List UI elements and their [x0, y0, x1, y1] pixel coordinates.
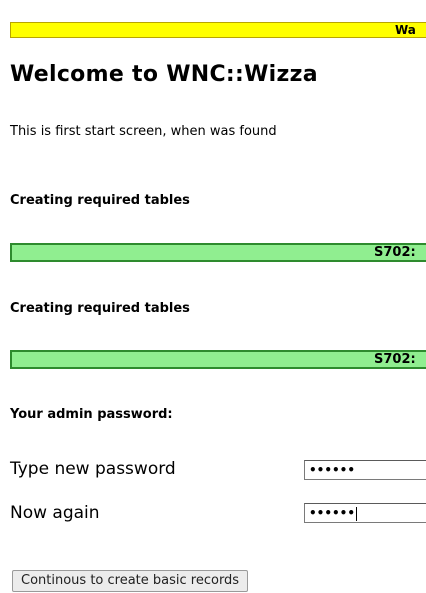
text-caret: [356, 506, 358, 521]
step-status-text-2: S702:: [374, 352, 416, 367]
warning-bar-text: Wa: [395, 23, 416, 37]
step-label-1: Creating required tables: [10, 193, 190, 208]
step-label-2: Creating required tables: [10, 301, 190, 316]
step-status-bar-2: S702:: [10, 350, 426, 369]
page-title: Welcome to WNC::Wizza: [10, 62, 318, 87]
page: Wa Welcome to WNC::Wizza This is first s…: [0, 0, 426, 593]
new-password-value: ••••••: [309, 463, 356, 477]
step-status-bar-1: S702:: [10, 243, 426, 262]
step-status-text-1: S702:: [374, 245, 416, 260]
admin-password-heading: Your admin password:: [10, 407, 173, 422]
confirm-password-input[interactable]: ••••••: [304, 503, 426, 523]
new-password-label: Type new password: [10, 459, 176, 479]
warning-bar: Wa: [10, 22, 426, 38]
new-password-input[interactable]: ••••••: [304, 460, 426, 480]
intro-text: This is first start screen, when was fou…: [10, 124, 277, 139]
confirm-password-value: ••••••: [309, 506, 356, 520]
confirm-password-label: Now again: [10, 503, 100, 523]
continue-button[interactable]: Continous to create basic records: [12, 570, 249, 592]
